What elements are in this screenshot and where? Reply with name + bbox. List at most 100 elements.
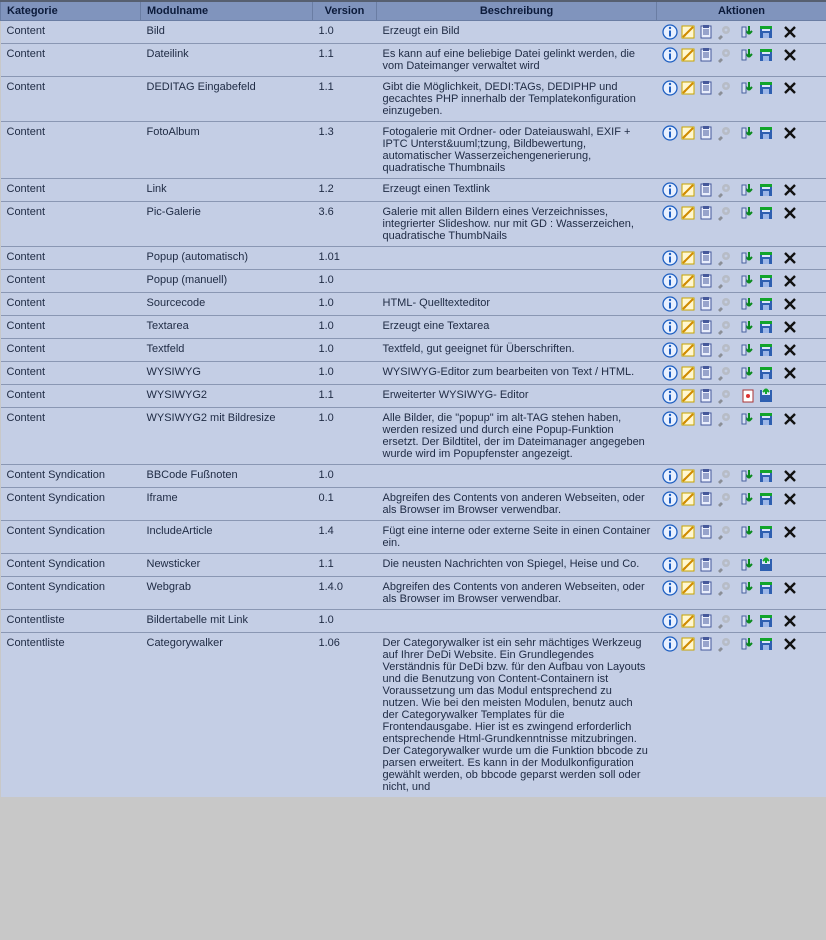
- save-icon[interactable]: [758, 125, 774, 141]
- save-icon[interactable]: [758, 273, 774, 289]
- import-icon[interactable]: [740, 182, 756, 198]
- clipboard-icon[interactable]: [698, 365, 714, 381]
- import-icon[interactable]: [740, 365, 756, 381]
- delete-icon[interactable]: [782, 468, 798, 484]
- config-icon[interactable]: [716, 250, 732, 266]
- edit-icon[interactable]: [680, 342, 696, 358]
- import-icon[interactable]: [740, 250, 756, 266]
- config-icon[interactable]: [716, 365, 732, 381]
- save-icon[interactable]: [758, 365, 774, 381]
- delete-icon[interactable]: [782, 319, 798, 335]
- delete-icon[interactable]: [782, 250, 798, 266]
- config-icon[interactable]: [716, 613, 732, 629]
- clipboard-icon[interactable]: [698, 250, 714, 266]
- delete-icon[interactable]: [782, 580, 798, 596]
- config-icon[interactable]: [716, 636, 732, 652]
- info-icon[interactable]: [662, 125, 678, 141]
- update-icon[interactable]: [740, 388, 756, 404]
- clipboard-icon[interactable]: [698, 296, 714, 312]
- import-icon[interactable]: [740, 491, 756, 507]
- save-icon[interactable]: [758, 24, 774, 40]
- delete-icon[interactable]: [782, 273, 798, 289]
- clipboard-icon[interactable]: [698, 388, 714, 404]
- info-icon[interactable]: [662, 47, 678, 63]
- clipboard-icon[interactable]: [698, 319, 714, 335]
- info-icon[interactable]: [662, 182, 678, 198]
- edit-icon[interactable]: [680, 636, 696, 652]
- edit-icon[interactable]: [680, 125, 696, 141]
- clipboard-icon[interactable]: [698, 182, 714, 198]
- export-icon[interactable]: [758, 388, 774, 404]
- delete-icon[interactable]: [782, 365, 798, 381]
- clipboard-icon[interactable]: [698, 557, 714, 573]
- delete-icon[interactable]: [782, 24, 798, 40]
- save-icon[interactable]: [758, 319, 774, 335]
- save-icon[interactable]: [758, 342, 774, 358]
- import-icon[interactable]: [740, 205, 756, 221]
- save-icon[interactable]: [758, 524, 774, 540]
- info-icon[interactable]: [662, 273, 678, 289]
- delete-icon[interactable]: [782, 182, 798, 198]
- edit-icon[interactable]: [680, 388, 696, 404]
- info-icon[interactable]: [662, 296, 678, 312]
- edit-icon[interactable]: [680, 411, 696, 427]
- delete-icon[interactable]: [782, 636, 798, 652]
- clipboard-icon[interactable]: [698, 636, 714, 652]
- config-icon[interactable]: [716, 182, 732, 198]
- info-icon[interactable]: [662, 319, 678, 335]
- clipboard-icon[interactable]: [698, 47, 714, 63]
- delete-icon[interactable]: [782, 80, 798, 96]
- import-icon[interactable]: [740, 613, 756, 629]
- clipboard-icon[interactable]: [698, 80, 714, 96]
- clipboard-icon[interactable]: [698, 273, 714, 289]
- config-icon[interactable]: [716, 557, 732, 573]
- save-icon[interactable]: [758, 205, 774, 221]
- save-icon[interactable]: [758, 182, 774, 198]
- edit-icon[interactable]: [680, 319, 696, 335]
- config-icon[interactable]: [716, 80, 732, 96]
- import-icon[interactable]: [740, 296, 756, 312]
- edit-icon[interactable]: [680, 182, 696, 198]
- save-icon[interactable]: [758, 47, 774, 63]
- info-icon[interactable]: [662, 205, 678, 221]
- config-icon[interactable]: [716, 47, 732, 63]
- edit-icon[interactable]: [680, 80, 696, 96]
- info-icon[interactable]: [662, 491, 678, 507]
- config-icon[interactable]: [716, 319, 732, 335]
- info-icon[interactable]: [662, 250, 678, 266]
- clipboard-icon[interactable]: [698, 468, 714, 484]
- config-icon[interactable]: [716, 468, 732, 484]
- info-icon[interactable]: [662, 342, 678, 358]
- edit-icon[interactable]: [680, 468, 696, 484]
- config-icon[interactable]: [716, 273, 732, 289]
- config-icon[interactable]: [716, 342, 732, 358]
- import-icon[interactable]: [740, 411, 756, 427]
- config-icon[interactable]: [716, 296, 732, 312]
- delete-icon[interactable]: [782, 125, 798, 141]
- delete-icon[interactable]: [782, 342, 798, 358]
- save-icon[interactable]: [758, 468, 774, 484]
- delete-icon[interactable]: [782, 613, 798, 629]
- delete-icon[interactable]: [782, 524, 798, 540]
- info-icon[interactable]: [662, 388, 678, 404]
- import-icon[interactable]: [740, 524, 756, 540]
- edit-icon[interactable]: [680, 557, 696, 573]
- info-icon[interactable]: [662, 24, 678, 40]
- config-icon[interactable]: [716, 580, 732, 596]
- save-icon[interactable]: [758, 613, 774, 629]
- save-icon[interactable]: [758, 580, 774, 596]
- import-icon[interactable]: [740, 24, 756, 40]
- delete-icon[interactable]: [782, 491, 798, 507]
- save-icon[interactable]: [758, 250, 774, 266]
- save-icon[interactable]: [758, 636, 774, 652]
- info-icon[interactable]: [662, 468, 678, 484]
- edit-icon[interactable]: [680, 250, 696, 266]
- delete-icon[interactable]: [782, 205, 798, 221]
- edit-icon[interactable]: [680, 296, 696, 312]
- config-icon[interactable]: [716, 491, 732, 507]
- info-icon[interactable]: [662, 636, 678, 652]
- config-icon[interactable]: [716, 24, 732, 40]
- clipboard-icon[interactable]: [698, 411, 714, 427]
- clipboard-icon[interactable]: [698, 580, 714, 596]
- delete-icon[interactable]: [782, 296, 798, 312]
